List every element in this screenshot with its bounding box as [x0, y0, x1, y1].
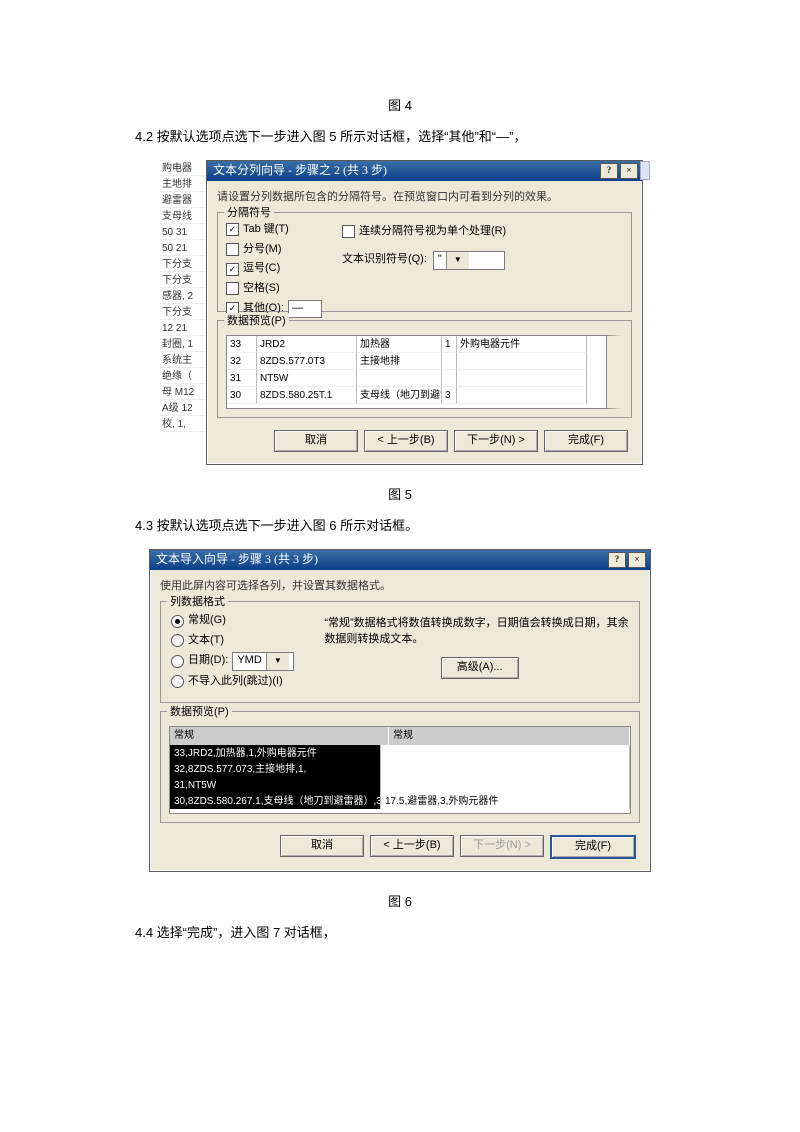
- opt-general[interactable]: 常规(G): [171, 612, 294, 630]
- text-import-dialog-step3: 文本导入向导 - 步骤 3 (共 3 步) ? × 使用此屏内容可选择各列，并设…: [149, 549, 651, 872]
- preview2-row: 33,JRD2,加热器,1,外购电器元件: [170, 745, 380, 761]
- preview-cell: 8ZDS.577.0T3: [257, 353, 357, 370]
- opt-text[interactable]: 文本(T): [171, 632, 294, 650]
- sheet-cell: 校, 1,: [160, 416, 206, 432]
- data-preview-1: 33JRD2加热器1外购电器元件 328ZDS.577.0T3主接地排 31NT5W…: [226, 335, 623, 409]
- preview2-row: 31,NT5W: [170, 777, 380, 793]
- sheet-cell: 购电器: [160, 160, 206, 176]
- text-to-columns-dialog-step2: 文本分列向导 - 步骤之 2 (共 3 步) ? × 请设置分列数据所包含的分隔…: [206, 160, 643, 466]
- preview-cell: [457, 387, 587, 404]
- finish-button[interactable]: 完成(F): [550, 835, 636, 859]
- preview-cell: 3: [442, 387, 457, 404]
- sheet-cell: 下分支: [160, 256, 206, 272]
- preview2-row: [381, 761, 629, 777]
- step-4-3-text: 4.3 按默认选项点选下一步进入图 6 所示对话框。: [135, 516, 665, 537]
- preview2-group-label: 数据预览(P): [167, 704, 232, 722]
- close-button[interactable]: ×: [628, 552, 646, 568]
- advanced-button[interactable]: 高级(A)...: [441, 657, 519, 679]
- sheet-cell: 避雷器: [160, 192, 206, 208]
- preview-cell: JRD2: [257, 336, 357, 353]
- sheet-cell: 下分支: [160, 304, 206, 320]
- sheet-header-cell: [640, 161, 650, 180]
- help-button[interactable]: ?: [608, 552, 626, 568]
- delimiter-group-label: 分隔符号: [224, 205, 274, 223]
- preview2-col1-header: 常规: [170, 727, 389, 745]
- step-4-4-text: 4.4 选择“完成”，进入图 7 对话框，: [135, 923, 665, 944]
- preview2-row: [381, 777, 629, 793]
- finish-button[interactable]: 完成(F): [544, 430, 628, 452]
- preview-cell: NT5W: [257, 370, 357, 387]
- preview-cell: 31: [227, 370, 257, 387]
- preview-cell: 支母线（地刀到避雷器）: [357, 387, 442, 404]
- scroll-down-icon[interactable]: ▼: [607, 393, 622, 407]
- dialog2-hint: 使用此屏内容可选择各列，并设置其数据格式。: [160, 578, 640, 596]
- sheet-cell: 绝缘（: [160, 368, 206, 384]
- back-button[interactable]: < 上一步(B): [364, 430, 448, 452]
- preview-cell: 加热器: [357, 336, 442, 353]
- sheet-cell: 感器, 2: [160, 288, 206, 304]
- cancel-button[interactable]: 取消: [280, 835, 364, 857]
- sheet-cell: 封圈, 1: [160, 336, 206, 352]
- chk-space[interactable]: 空格(S): [226, 280, 322, 298]
- preview2-row: 32,8ZDS.577.073,主接地排,1,: [170, 761, 380, 777]
- opt-date[interactable]: 日期(D): YMD▼: [171, 652, 294, 671]
- text-qualifier-combo[interactable]: "▼: [433, 251, 505, 270]
- chk-tab[interactable]: ✓Tab 键(T): [226, 221, 322, 239]
- date-format-combo[interactable]: YMD▼: [232, 652, 294, 671]
- preview-group-label: 数据预览(P): [224, 313, 289, 331]
- preview-cell: 外购电器元件: [457, 336, 587, 353]
- dialog2-title: 文本导入向导 - 步骤 3 (共 3 步): [154, 550, 606, 569]
- col-format-group-label: 列数据格式: [167, 594, 228, 612]
- chk-semicolon[interactable]: 分号(M): [226, 241, 322, 259]
- sheet-cell: 下分支: [160, 272, 206, 288]
- preview-cell: 33: [227, 336, 257, 353]
- preview-cell: 8ZDS.580.25T.1: [257, 387, 357, 404]
- sheet-cell: 12 21: [160, 320, 206, 336]
- sheet-cell: 50 31: [160, 224, 206, 240]
- back-button[interactable]: < 上一步(B): [370, 835, 454, 857]
- preview-cell: [442, 370, 457, 387]
- help-button[interactable]: ?: [600, 163, 618, 179]
- next-button[interactable]: 下一步(N) >: [454, 430, 538, 452]
- spreadsheet-bg-column: 购电器主地排避雷器支母线50 3150 21下分支下分支感器, 2下分支 12 …: [160, 160, 206, 466]
- chk-consecutive[interactable]: 连续分隔符号视为单个处理(R): [342, 223, 506, 241]
- preview2-row: 30,8ZDS.580.267.1,支母线（地刀到避雷器）,3,: [170, 793, 380, 809]
- step-4-2-text: 4.2 按默认选项点选下一步进入图 5 所示对话框，选择“其他”和“—”，: [135, 127, 665, 148]
- preview-cell: [357, 370, 442, 387]
- chk-comma[interactable]: ✓逗号(C): [226, 260, 322, 278]
- close-button[interactable]: ×: [620, 163, 638, 179]
- other-delimiter-input[interactable]: —: [288, 300, 322, 318]
- preview-cell: 主接地排: [357, 353, 442, 370]
- preview2-row: [381, 745, 629, 761]
- preview-scrollbar[interactable]: ▲ ▼: [606, 336, 623, 408]
- preview-cell: [457, 353, 587, 370]
- sheet-cell: 系统主: [160, 352, 206, 368]
- text-qualifier-label: 文本识别符号(Q):: [342, 251, 427, 269]
- preview-cell: 30: [227, 387, 257, 404]
- format-description: “常规”数据格式将数值转换成数字，日期值会转换成日期，其余数据则转换成文本。: [324, 616, 629, 647]
- dialog1-title: 文本分列向导 - 步骤之 2 (共 3 步): [211, 161, 598, 180]
- scroll-up-icon[interactable]: ▲: [607, 337, 622, 351]
- dialog1-hint: 请设置分列数据所包含的分隔符号。在预览窗口内可看到分列的效果。: [217, 189, 632, 207]
- preview-cell: 1: [442, 336, 457, 353]
- preview-cell: [457, 370, 587, 387]
- preview2-row: 17.5,避雷器,3,外购元器件: [381, 793, 629, 809]
- sheet-cell: 支母线: [160, 208, 206, 224]
- sheet-cell: 主地排: [160, 176, 206, 192]
- figure-4-caption: 图 4: [135, 96, 665, 117]
- cancel-button[interactable]: 取消: [274, 430, 358, 452]
- preview-cell: 32: [227, 353, 257, 370]
- sheet-cell: A级 12: [160, 400, 206, 416]
- opt-skip[interactable]: 不导入此列(跳过)(I): [171, 673, 294, 691]
- sheet-cell: 50 21: [160, 240, 206, 256]
- preview-cell: [442, 353, 457, 370]
- next-button-disabled: 下一步(N) >: [460, 835, 544, 857]
- preview2-col2-header: 常规: [389, 727, 630, 745]
- data-preview-2: 常规 常规 33,JRD2,加热器,1,外购电器元件32,8ZDS.577.07…: [169, 726, 631, 814]
- figure-6-caption: 图 6: [135, 892, 665, 913]
- sheet-cell: 母 M12: [160, 384, 206, 400]
- figure-5-caption: 图 5: [135, 485, 665, 506]
